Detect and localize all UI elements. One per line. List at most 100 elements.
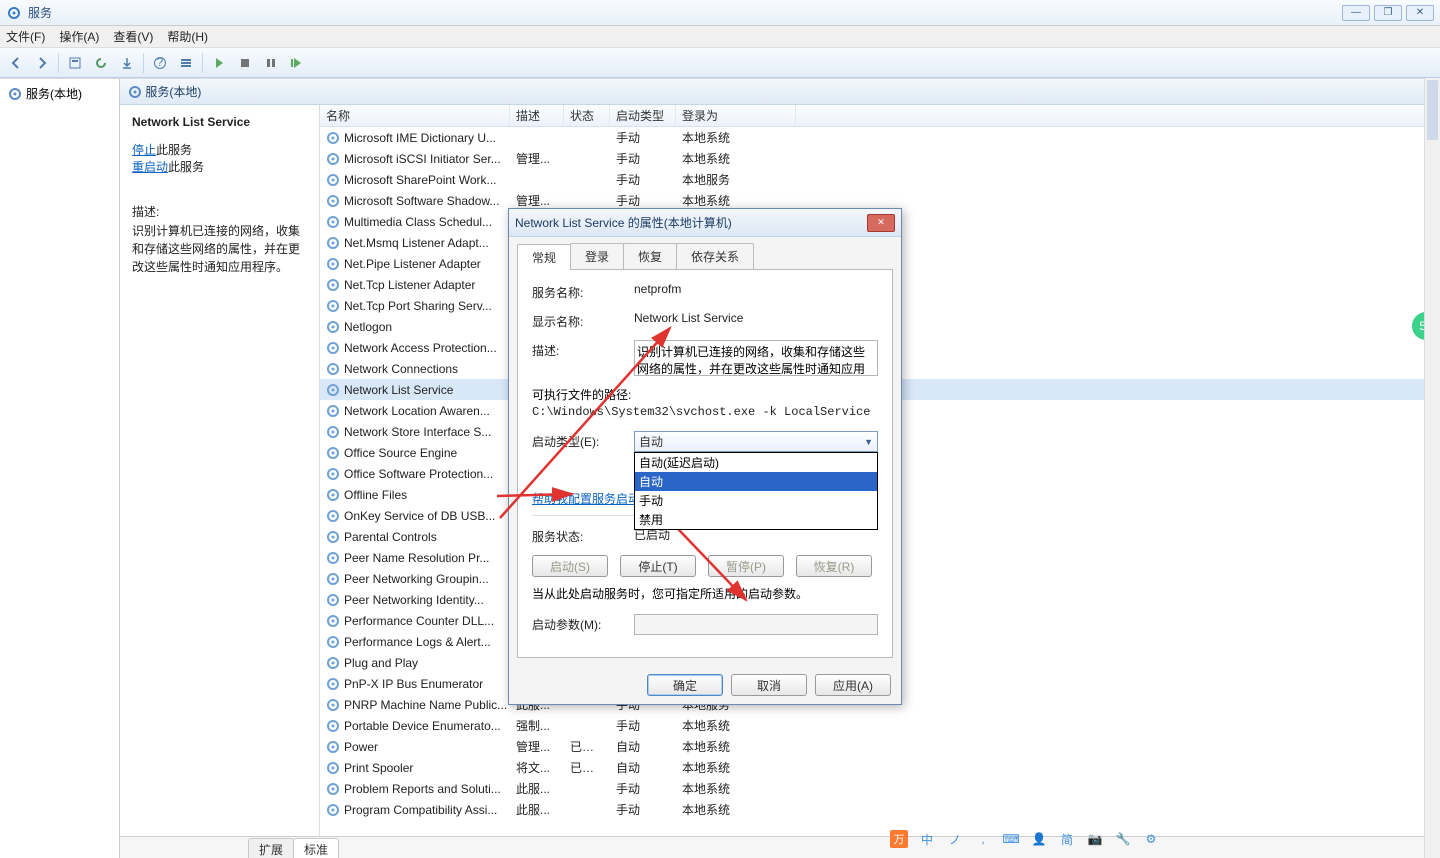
dialog-close-button[interactable] [867,214,895,232]
resume-button[interactable]: 恢复(R) [796,555,872,577]
tab-general[interactable]: 常规 [517,244,571,270]
table-row[interactable]: Problem Reports and Soluti...此服...手动本地系统 [320,778,1440,799]
option-auto[interactable]: 自动 [635,472,877,491]
vertical-scrollbar[interactable] [1424,78,1440,858]
camera-icon[interactable]: 📷 [1086,830,1104,848]
start-button[interactable]: 启动(S) [532,555,608,577]
table-row[interactable]: Power管理...已启动自动本地系统 [320,736,1440,757]
close-button[interactable]: ✕ [1406,5,1434,21]
lbl-exe-path: 可执行文件的路径: [532,386,878,403]
tree-pane: 服务(本地) [0,79,120,858]
gear-icon [326,488,340,502]
col-desc[interactable]: 描述 [510,105,564,126]
restart-icon[interactable] [285,51,309,75]
gear-icon [326,509,340,523]
gear-icon[interactable]: ⚙ [1142,830,1160,848]
gear-icon [326,236,340,250]
help-icon[interactable]: ? [148,51,172,75]
gear-icon [326,341,340,355]
keyboard-icon[interactable]: ⌨ [1002,830,1020,848]
forward-icon[interactable] [30,51,54,75]
dialog-tabs: 常规 登录 恢复 依存关系 [509,237,901,269]
table-row[interactable]: Microsoft iSCSI Initiator Ser...管理...手动本… [320,148,1440,169]
gear-icon [326,173,340,187]
tab-recovery[interactable]: 恢复 [623,243,677,269]
table-row[interactable]: Microsoft SharePoint Work...手动本地服务 [320,169,1440,190]
window-buttons: — ❐ ✕ [1342,5,1434,21]
col-startup[interactable]: 启动类型 [610,105,676,126]
dialog-title: Network List Service 的属性(本地计算机) [515,214,732,231]
lbl-service-name: 服务名称: [532,282,624,301]
val-exe-path: C:\Windows\System32\svchost.exe -k Local… [532,405,878,419]
gear-icon [326,593,340,607]
startup-params-input [634,614,878,635]
option-auto-delayed[interactable]: 自动(延迟启动) [635,453,877,472]
val-service-name: netprofm [634,282,878,296]
list-header: 名称 描述 状态 启动类型 登录为 [320,105,1440,127]
table-row[interactable]: Print Spooler将文...已启动自动本地系统 [320,757,1440,778]
maximize-button[interactable]: ❐ [1374,5,1402,21]
menu-help[interactable]: 帮助(H) [167,28,208,45]
col-name[interactable]: 名称 [320,105,510,126]
refresh-icon[interactable] [89,51,113,75]
link-stop-service[interactable]: 停止 [132,141,156,158]
table-row[interactable]: Portable Device Enumerato...强制...手动本地系统 [320,715,1440,736]
tab-logon[interactable]: 登录 [570,243,624,269]
gear-icon [326,404,340,418]
gear-icon [326,740,340,754]
tree-root[interactable]: 服务(本地) [4,83,115,104]
menu-file[interactable]: 文件(F) [6,28,45,45]
title-bar: 服务 — ❐ ✕ [0,0,1440,26]
lbl-display-name: 显示名称: [532,311,624,330]
link-restart-service[interactable]: 重启动 [132,158,168,175]
gear-icon [326,572,340,586]
toolbar: ? [0,48,1440,78]
ok-button[interactable]: 确定 [647,674,723,696]
chevron-down-icon: ▼ [864,437,873,447]
startup-type-select[interactable]: 自动 ▼ [634,431,878,452]
tab-extended[interactable]: 扩展 [248,838,294,858]
option-manual[interactable]: 手动 [635,491,877,510]
properties-icon[interactable] [63,51,87,75]
lbl-description: 描述: [532,340,624,359]
export-icon[interactable] [115,51,139,75]
apply-button[interactable]: 应用(A) [815,674,891,696]
table-row[interactable]: Program Compatibility Assi...此服...手动本地系统 [320,799,1440,820]
tab-standard[interactable]: 标准 [293,838,339,858]
tray: 万 中 ノ , ⌨ 👤 简 📷 🔧 ⚙ [890,830,1160,848]
gear-icon [326,425,340,439]
gear-icon [326,320,340,334]
lbl-params: 启动参数(M): [532,614,624,633]
gear-icon [326,362,340,376]
gear-icon [8,87,22,101]
val-description[interactable]: 识别计算机已连接的网络，收集和存储这些网络的属性，并在更改这些属性时通知应用程序 [634,340,878,376]
tray-icon[interactable]: , [974,830,992,848]
tray-icon[interactable]: ノ [946,830,964,848]
startup-type-dropdown: 自动(延迟启动) 自动 手动 禁用 [634,452,878,530]
tray-icon[interactable]: 万 [890,830,908,848]
menu-action[interactable]: 操作(A) [59,28,99,45]
tray-icon[interactable]: 中 [918,830,936,848]
gear-icon [326,467,340,481]
gear-icon [326,761,340,775]
pause-icon[interactable] [259,51,283,75]
col-status[interactable]: 状态 [564,105,610,126]
minimize-button[interactable]: — [1342,5,1370,21]
gear-icon [326,677,340,691]
tab-dependencies[interactable]: 依存关系 [676,243,754,269]
user-icon[interactable]: 👤 [1030,830,1048,848]
menu-view[interactable]: 查看(V) [113,28,153,45]
table-row[interactable]: Microsoft IME Dictionary U...手动本地系统 [320,127,1440,148]
play-icon[interactable] [207,51,231,75]
gear-icon [326,530,340,544]
col-logon[interactable]: 登录为 [676,105,796,126]
tray-icon[interactable]: 简 [1058,830,1076,848]
list-icon[interactable] [174,51,198,75]
option-disabled[interactable]: 禁用 [635,510,877,529]
stop-icon[interactable] [233,51,257,75]
back-icon[interactable] [4,51,28,75]
cancel-button[interactable]: 取消 [731,674,807,696]
pause-button[interactable]: 暂停(P) [708,555,784,577]
wrench-icon[interactable]: 🔧 [1114,830,1132,848]
stop-button[interactable]: 停止(T) [620,555,696,577]
